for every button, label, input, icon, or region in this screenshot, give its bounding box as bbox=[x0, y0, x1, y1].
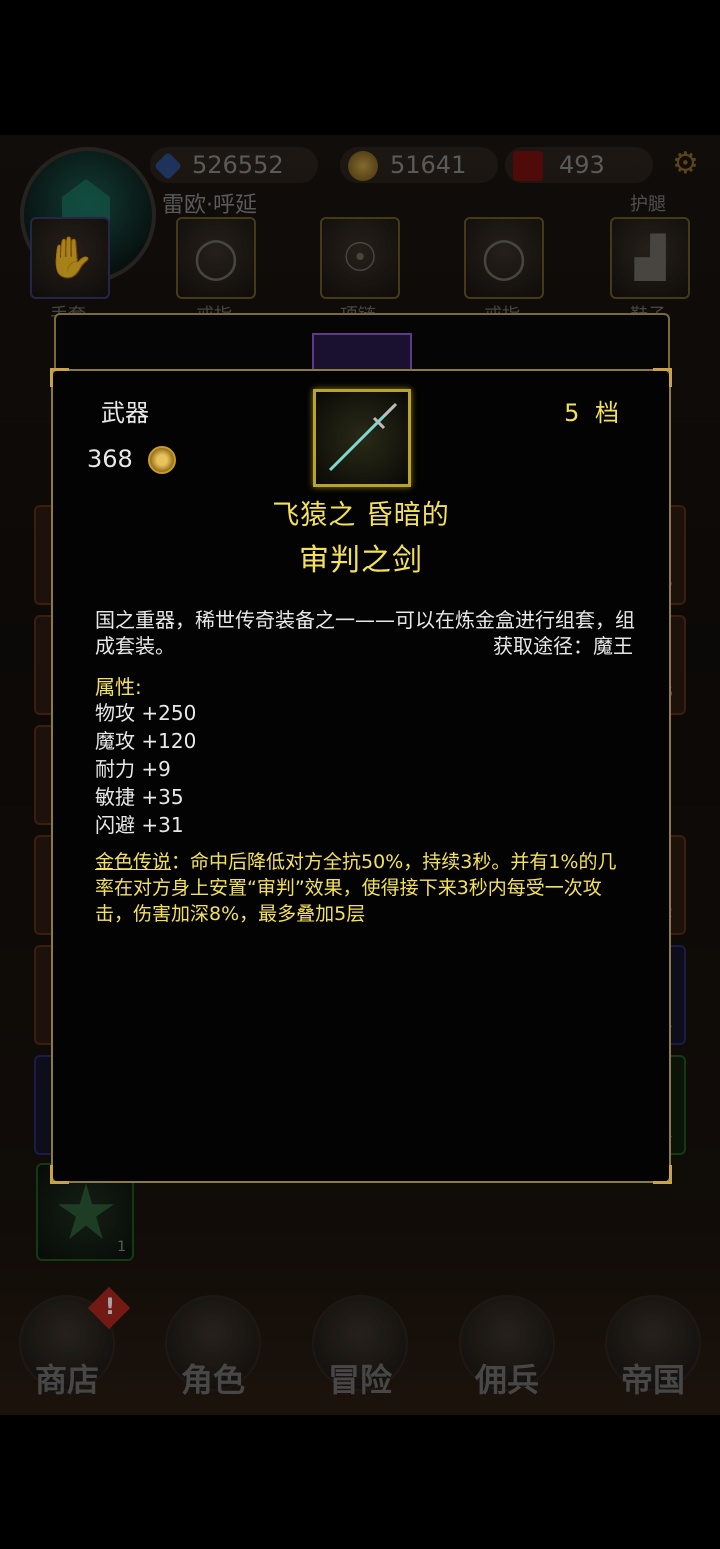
sword-icon bbox=[328, 402, 398, 472]
frame-corner bbox=[50, 368, 69, 387]
attribute-row: 敏捷 +35 bbox=[95, 785, 184, 809]
item-icon-frame bbox=[313, 389, 411, 487]
item-name: 审判之剑 bbox=[299, 543, 423, 578]
legendary-text: ：命中后降低对方全抗50%，持续3秒。并有1%的几率在对方身上安置“审判”效果，… bbox=[95, 851, 617, 925]
attribute-row: 物攻 +250 bbox=[95, 701, 197, 725]
attributes-list: 物攻 +250 魔攻 +120 耐力 +9 敏捷 +35 闪避 +31 bbox=[95, 699, 196, 839]
gold-coin-icon bbox=[148, 446, 177, 474]
item-price: 368 bbox=[87, 445, 177, 474]
price-value: 368 bbox=[87, 445, 133, 473]
frame-corner bbox=[653, 1165, 672, 1184]
attribute-row: 闪避 +31 bbox=[95, 813, 184, 837]
item-category: 武器 bbox=[101, 399, 149, 427]
item-tier: 5 档 bbox=[564, 399, 623, 427]
attributes-title: 属性: bbox=[95, 675, 142, 699]
attribute-row: 魔攻 +120 bbox=[95, 729, 197, 753]
item-description: 国之重器，稀世传奇装备之一——可以在炼金盒进行组套，组成套装。 获取途径：魔王 bbox=[95, 607, 635, 659]
item-source: 获取途径：魔王 bbox=[493, 634, 633, 658]
legendary-label: 金色传说 bbox=[95, 851, 172, 873]
legendary-effect: 金色传说：命中后降低对方全抗50%，持续3秒。并有1%的几率在对方身上安置“审判… bbox=[95, 849, 635, 927]
frame-corner bbox=[653, 368, 672, 387]
frame-corner bbox=[50, 1165, 69, 1184]
item-name-prefix: 飞猿之 昏暗的 bbox=[272, 500, 450, 531]
item-detail-popup: 武器 5 档 368 飞猿之 昏暗的 审判之剑 国之重器，稀世传奇装备之一——可… bbox=[50, 368, 672, 1184]
attribute-row: 耐力 +9 bbox=[95, 757, 171, 781]
